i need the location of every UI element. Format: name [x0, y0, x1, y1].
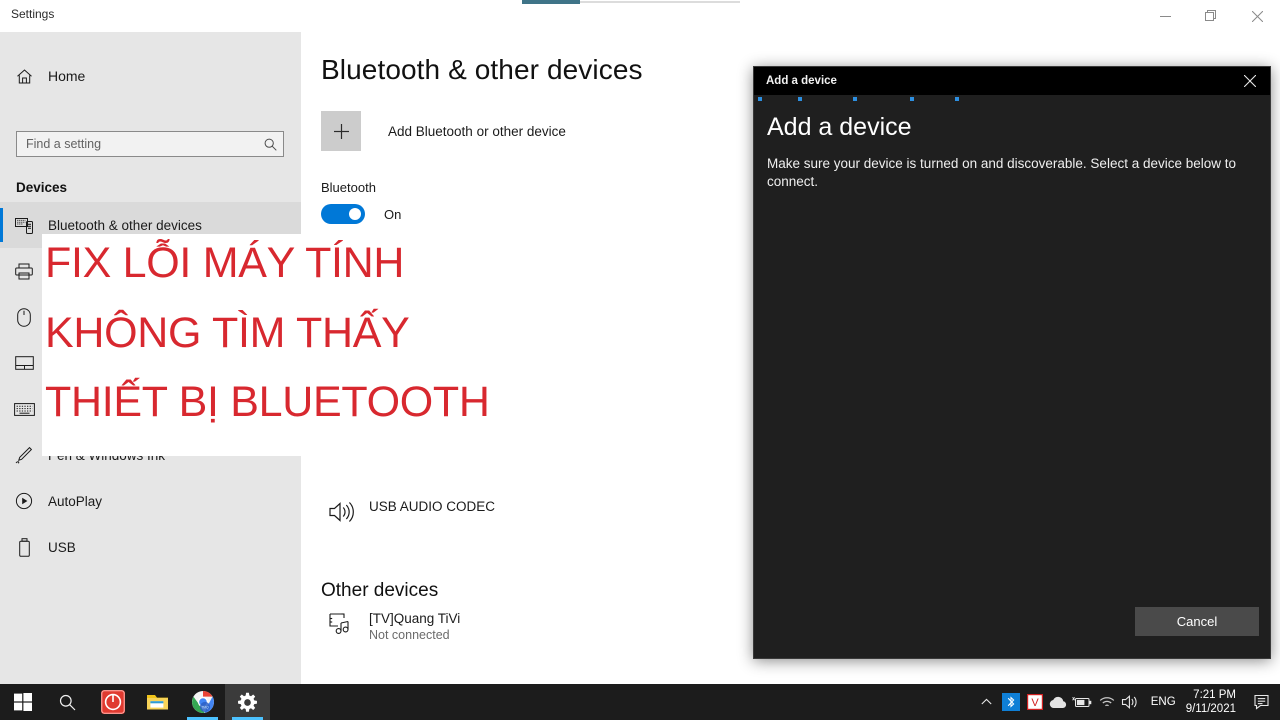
device-text: [TV]Quang TiVi Not connected — [369, 610, 460, 644]
dialog-body-text: Make sure your device is turned on and d… — [767, 156, 1237, 189]
dialog-titlebar-text: Add a device — [766, 75, 837, 87]
search-icon[interactable] — [257, 138, 283, 151]
bluetooth-icon[interactable] — [999, 684, 1023, 720]
speaker-icon — [321, 498, 361, 524]
sidebar-item-home[interactable]: Home — [0, 56, 301, 96]
usb-icon — [0, 537, 48, 557]
progress-dot — [798, 97, 802, 101]
other-devices-heading: Other devices — [321, 580, 439, 601]
tv-media-icon — [321, 610, 361, 635]
cancel-button[interactable]: Cancel — [1135, 607, 1259, 636]
device-status: Not connected — [369, 628, 450, 642]
svg-text:TMQ: TMQ — [201, 706, 209, 710]
overlay-line-1: FIX LỖI MÁY TÍNH — [45, 239, 405, 287]
page-title: Bluetooth & other devices — [321, 54, 643, 85]
taskbar: TMQ V ENG 7:21 PM 9/11/2021 — [0, 684, 1280, 720]
clock[interactable]: 7:21 PM 9/11/2021 — [1184, 688, 1246, 716]
clock-date: 9/11/2021 — [1185, 703, 1236, 715]
plus-icon[interactable] — [321, 111, 361, 151]
action-center-icon[interactable] — [1246, 684, 1280, 720]
wifi-icon[interactable] — [1095, 684, 1119, 720]
power-app-button[interactable] — [90, 684, 135, 720]
home-icon — [0, 68, 48, 85]
selection-indicator — [0, 208, 3, 242]
printer-icon — [0, 263, 48, 280]
mouse-icon — [0, 307, 48, 327]
autoplay-icon — [0, 492, 48, 510]
clock-time: 7:21 PM — [1193, 689, 1236, 701]
svg-text:V: V — [1031, 697, 1039, 709]
dialog-title-bar: Add a device — [754, 67, 1270, 95]
video-title-overlay: FIX LỖI MÁY TÍNH KHÔNG TÌM THẤY THIẾT BỊ… — [42, 234, 584, 456]
settings-title-bar: Settings — [0, 0, 1280, 32]
touchpad-icon — [0, 356, 48, 370]
device-name: USB AUDIO CODEC — [369, 499, 496, 514]
unikey-v-icon[interactable]: V — [1023, 684, 1047, 720]
toggle-knob — [349, 208, 361, 220]
add-device-label: Add Bluetooth or other device — [388, 123, 566, 139]
search-box[interactable] — [16, 131, 284, 157]
bluetooth-toggle[interactable] — [321, 204, 365, 224]
device-icon — [622, 487, 662, 488]
overlay-line-2: KHÔNG TÌM THẤY — [45, 309, 410, 357]
progress-dot — [910, 97, 914, 101]
close-icon[interactable] — [1230, 67, 1270, 95]
cloud-icon[interactable] — [1047, 684, 1071, 720]
bluetooth-toggle-state: On — [384, 206, 402, 222]
window-controls — [1142, 0, 1280, 32]
device-row-tv-quang-tivi[interactable]: [TV]Quang TiVi Not connected — [321, 610, 460, 644]
progress-dot — [853, 97, 857, 101]
language-indicator[interactable]: ENG — [1143, 696, 1184, 708]
settings-taskbar-button[interactable] — [225, 684, 270, 720]
sidebar-section-heading: Devices — [16, 180, 68, 195]
top-accent-line — [522, 0, 580, 4]
sidebar-item-autoplay[interactable]: AutoPlay — [0, 478, 301, 524]
device-name: [TV]Quang TiVi — [369, 611, 461, 626]
chevron-up-icon[interactable] — [975, 684, 999, 720]
battery-charging-icon[interactable] — [1071, 684, 1095, 720]
volume-icon[interactable] — [1119, 684, 1143, 720]
device-row-usb-audio-codec[interactable]: USB AUDIO CODEC — [321, 498, 495, 524]
progress-dot — [758, 97, 762, 101]
overlay-line-3: THIẾT BỊ BLUETOOTH — [45, 378, 490, 426]
top-accent-line-secondary — [580, 1, 740, 3]
dialog-heading: Add a device — [767, 113, 912, 141]
bluetooth-toggle-row: On — [321, 204, 401, 224]
close-button[interactable] — [1234, 0, 1280, 32]
add-a-device-dialog: Add a device Add a device Make sure your… — [753, 66, 1271, 659]
sidebar-item-label: Bluetooth & other devices — [48, 217, 202, 233]
minimize-button[interactable] — [1142, 0, 1188, 32]
paired-label: Paired — [670, 487, 709, 488]
bluetooth-section-label: Bluetooth — [321, 180, 376, 195]
screen: Settings Home Find a setting Devices Blu… — [0, 0, 1280, 720]
sidebar-item-label: USB — [48, 539, 76, 555]
search-input[interactable] — [17, 137, 257, 151]
pen-icon — [0, 446, 48, 464]
restore-button[interactable] — [1188, 0, 1234, 32]
file-explorer-button[interactable] — [135, 684, 180, 720]
taskbar-apps: TMQ — [0, 684, 270, 720]
device-text: USB AUDIO CODEC — [369, 498, 495, 515]
sidebar-item-label: AutoPlay — [48, 493, 103, 509]
progress-dot — [955, 97, 959, 101]
search-button[interactable] — [45, 684, 90, 720]
sidebar-item-usb[interactable]: USB — [0, 524, 301, 570]
app-title: Settings — [11, 7, 55, 21]
sidebar-item-home-label: Home — [48, 68, 86, 84]
bluetooth-devices-icon — [0, 217, 48, 234]
start-button[interactable] — [0, 684, 45, 720]
chrome-button[interactable]: TMQ — [180, 684, 225, 720]
add-bluetooth-or-other-device-button[interactable]: Add Bluetooth or other device — [321, 111, 566, 151]
system-tray: V ENG 7:21 PM 9/11/2021 — [975, 684, 1280, 720]
keyboard-icon — [0, 402, 48, 416]
dialog-progress-dots — [754, 95, 1270, 103]
